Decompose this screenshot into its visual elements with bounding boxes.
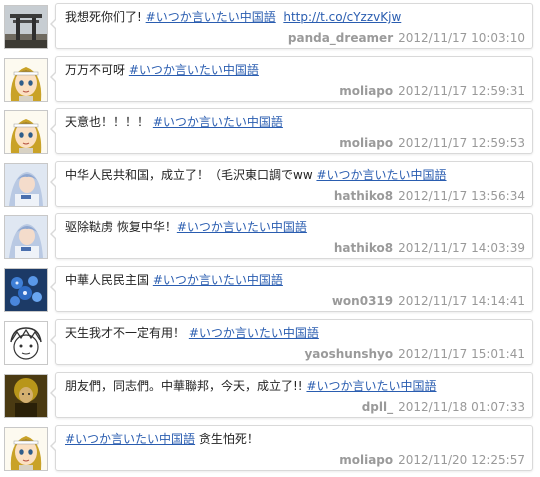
bubble-pointer-fill — [52, 335, 57, 345]
timestamp[interactable]: 2012/11/17 14:14:41 — [398, 294, 525, 308]
username[interactable]: won0319 — [332, 294, 393, 308]
timestamp[interactable]: 2012/11/17 15:01:41 — [398, 347, 525, 361]
hashtag-link[interactable]: #いつか言いたい中国語 — [129, 63, 259, 77]
tweet-meta: moliapo 2012/11/17 12:59:53 — [339, 136, 525, 150]
tweet-item: #いつか言いたい中国語 贪生怕死！ moliapo 2012/11/20 12:25… — [0, 424, 540, 476]
tweet-text-before: 中华人民共和国，成立了！（毛沢東口調でww — [65, 168, 317, 182]
tweet-text-before: 驱除鞑虏 恢复中华！ — [65, 220, 177, 234]
hashtag-link[interactable]: #いつか言いたい中国語 — [153, 115, 283, 129]
tweet-bubble: 我想死你们了! #いつか言いたい中国語 http://t.co/cYzzvKjw… — [50, 3, 533, 49]
hashtag-link[interactable]: #いつか言いたい中国語 — [65, 432, 195, 446]
hashtag-link[interactable]: #いつか言いたい中国語 — [306, 379, 436, 393]
anime-girl-avatar[interactable] — [4, 58, 48, 102]
username[interactable]: hathiko8 — [334, 189, 393, 203]
blue-flowers-avatar[interactable] — [4, 268, 48, 312]
temple-gate-avatar[interactable] — [4, 5, 48, 49]
tweet-item: 天意也！！！！ #いつか言いたい中国語 moliapo 2012/11/17 12:… — [0, 107, 540, 159]
tweet-item: 驱除鞑虏 恢复中华！#いつか言いたい中国語 hathiko8 2012/11/17 … — [0, 212, 540, 264]
tweet-text-after: 贪生怕死！ — [195, 432, 259, 446]
tweet-bubble: 中华人民共和国，成立了！（毛沢東口調でww #いつか言いたい中国語 hathiko… — [50, 161, 533, 207]
tweet-meta: panda_dreamer 2012/11/17 10:03:10 — [288, 31, 525, 45]
tweet-text: 我想死你们了! #いつか言いたい中国語 http://t.co/cYzzvKjw — [65, 8, 524, 25]
tweet-text-before: 我想死你们了! — [65, 10, 146, 24]
tweet-bubble: 驱除鞑虏 恢复中华！#いつか言いたい中国語 hathiko8 2012/11/17 … — [50, 213, 533, 259]
timestamp[interactable]: 2012/11/17 14:03:39 — [398, 241, 525, 255]
timestamp[interactable]: 2012/11/18 01:07:33 — [398, 400, 525, 414]
bubble-pointer-fill — [52, 441, 57, 451]
bubble-pointer-fill — [52, 282, 57, 292]
username[interactable]: moliapo — [339, 84, 393, 98]
tweet-meta: dpll_ 2012/11/18 01:07:33 — [362, 400, 525, 414]
tweet-text-before: 朋友們，同志們。中華聯邦，今天，成立了!! — [65, 379, 307, 393]
tweet-item: 中華人民民主国 #いつか言いたい中国語 won0319 2012/11/17 14:… — [0, 265, 540, 317]
tweet-bubble: 万万不可呀 #いつか言いたい中国語 moliapo 2012/11/17 12:59… — [50, 56, 533, 102]
bubble-pointer-fill — [52, 229, 57, 239]
tweet-bubble: 中華人民民主国 #いつか言いたい中国語 won0319 2012/11/17 14:… — [50, 266, 533, 312]
bubble-pointer-fill — [52, 177, 57, 187]
timestamp[interactable]: 2012/11/17 12:59:53 — [398, 136, 525, 150]
tweet-text-before: 万万不可呀 — [65, 63, 129, 77]
timestamp[interactable]: 2012/11/17 13:56:34 — [398, 189, 525, 203]
tweet-item: 朋友們，同志們。中華聯邦，今天，成立了!! #いつか言いたい中国語 dpll_ 20… — [0, 371, 540, 423]
tweet-text: 朋友們，同志們。中華聯邦，今天，成立了!! #いつか言いたい中国語 — [65, 377, 524, 394]
tweet-text-before: 中華人民民主国 — [65, 273, 153, 287]
tweet-meta: hathiko8 2012/11/17 13:56:34 — [334, 189, 525, 203]
bubble-pointer-fill — [52, 124, 57, 134]
timestamp[interactable]: 2012/11/17 10:03:10 — [398, 31, 525, 45]
tweet-text: 天意也！！！！ #いつか言いたい中国語 — [65, 113, 524, 130]
bubble-pointer-fill — [52, 388, 57, 398]
tweet-meta: moliapo 2012/11/17 12:59:31 — [339, 84, 525, 98]
tweet-bubble: 朋友們，同志們。中華聯邦，今天，成立了!! #いつか言いたい中国語 dpll_ 20… — [50, 372, 533, 418]
sketch-face-avatar[interactable] — [4, 321, 48, 365]
anime-girl-avatar[interactable] — [4, 110, 48, 154]
username[interactable]: hathiko8 — [334, 241, 393, 255]
tweet-meta: moliapo 2012/11/20 12:25:57 — [339, 453, 525, 467]
dark-photo-avatar[interactable] — [4, 374, 48, 418]
tweet-text-before: 天生我才不一定有用！ — [65, 326, 189, 340]
bubble-pointer-fill — [52, 19, 57, 29]
tweet-item: 中华人民共和国，成立了！（毛沢東口調でww #いつか言いたい中国語 hathiko… — [0, 160, 540, 212]
tweet-bubble: 天生我才不一定有用！ #いつか言いたい中国語 yaoshunshyo 2012/11… — [50, 319, 533, 365]
tweet-bubble: #いつか言いたい中国語 贪生怕死！ moliapo 2012/11/20 12:25… — [50, 425, 533, 471]
tweet-feed: 我想死你们了! #いつか言いたい中国語 http://t.co/cYzzvKjw… — [0, 0, 540, 477]
hashtag-link[interactable]: #いつか言いたい中国語 — [189, 326, 319, 340]
tweet-text: 中華人民民主国 #いつか言いたい中国語 — [65, 271, 524, 288]
tweet-meta: won0319 2012/11/17 14:14:41 — [332, 294, 525, 308]
hashtag-link[interactable]: #いつか言いたい中国語 — [153, 273, 283, 287]
timestamp[interactable]: 2012/11/17 12:59:31 — [398, 84, 525, 98]
tweet-bubble: 天意也！！！！ #いつか言いたい中国語 moliapo 2012/11/17 12:… — [50, 108, 533, 154]
tweet-text: 天生我才不一定有用！ #いつか言いたい中国語 — [65, 324, 524, 341]
tweet-text: 万万不可呀 #いつか言いたい中国語 — [65, 61, 524, 78]
anime-girl-avatar[interactable] — [4, 427, 48, 471]
hashtag-link[interactable]: #いつか言いたい中国語 — [177, 220, 307, 234]
tweet-meta: hathiko8 2012/11/17 14:03:39 — [334, 241, 525, 255]
cosplay-avatar[interactable] — [4, 215, 48, 259]
tweet-item: 我想死你们了! #いつか言いたい中国語 http://t.co/cYzzvKjw… — [0, 2, 540, 54]
tweet-item: 天生我才不一定有用！ #いつか言いたい中国語 yaoshunshyo 2012/11… — [0, 318, 540, 370]
timestamp[interactable]: 2012/11/20 12:25:57 — [398, 453, 525, 467]
username[interactable]: moliapo — [339, 136, 393, 150]
bubble-pointer-fill — [52, 72, 57, 82]
username[interactable]: dpll_ — [362, 400, 393, 414]
url-link[interactable]: http://t.co/cYzzvKjw — [283, 10, 401, 24]
tweet-text: 驱除鞑虏 恢复中华！#いつか言いたい中国語 — [65, 218, 524, 235]
username[interactable]: yaoshunshyo — [304, 347, 393, 361]
username[interactable]: moliapo — [339, 453, 393, 467]
tweet-item: 万万不可呀 #いつか言いたい中国語 moliapo 2012/11/17 12:59… — [0, 55, 540, 107]
hashtag-link[interactable]: #いつか言いたい中国語 — [146, 10, 276, 24]
tweet-meta: yaoshunshyo 2012/11/17 15:01:41 — [304, 347, 525, 361]
username[interactable]: panda_dreamer — [288, 31, 393, 45]
tweet-text-after — [276, 10, 280, 24]
hashtag-link[interactable]: #いつか言いたい中国語 — [316, 168, 446, 182]
tweet-text-before: 天意也！！！！ — [65, 115, 153, 129]
tweet-text: 中华人民共和国，成立了！（毛沢東口調でww #いつか言いたい中国語 — [65, 166, 524, 183]
cosplay-avatar[interactable] — [4, 163, 48, 207]
tweet-text: #いつか言いたい中国語 贪生怕死！ — [65, 430, 524, 447]
